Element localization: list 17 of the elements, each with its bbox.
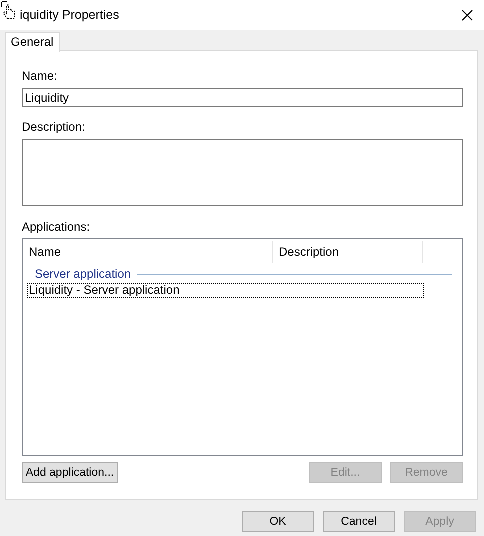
- close-icon[interactable]: [462, 10, 473, 20]
- tab[interactable]: General: [5, 32, 60, 52]
- group-header: Server application: [35, 267, 132, 281]
- column-header[interactable]: Name: [23, 241, 273, 263]
- list-cell: Liquidity - Server application: [28, 284, 180, 297]
- add-application-button[interactable]: Add application...: [22, 462, 118, 483]
- field-label: Description:: [22, 120, 86, 134]
- applications-list[interactable]: Name Description Server application Liquidity - Server application: [22, 238, 463, 456]
- column-header[interactable]: Description: [273, 241, 423, 263]
- field-label: Name:: [22, 69, 58, 83]
- field-label: Applications:: [22, 220, 92, 234]
- ok-button[interactable]: OK: [242, 511, 314, 532]
- window-title: iquidity Properties: [20, 8, 120, 22]
- description-field[interactable]: [22, 139, 463, 206]
- cancel-button[interactable]: Cancel: [323, 511, 395, 532]
- name-field[interactable]: Liquidity: [22, 88, 463, 107]
- list-row[interactable]: Liquidity - Server application: [27, 283, 424, 298]
